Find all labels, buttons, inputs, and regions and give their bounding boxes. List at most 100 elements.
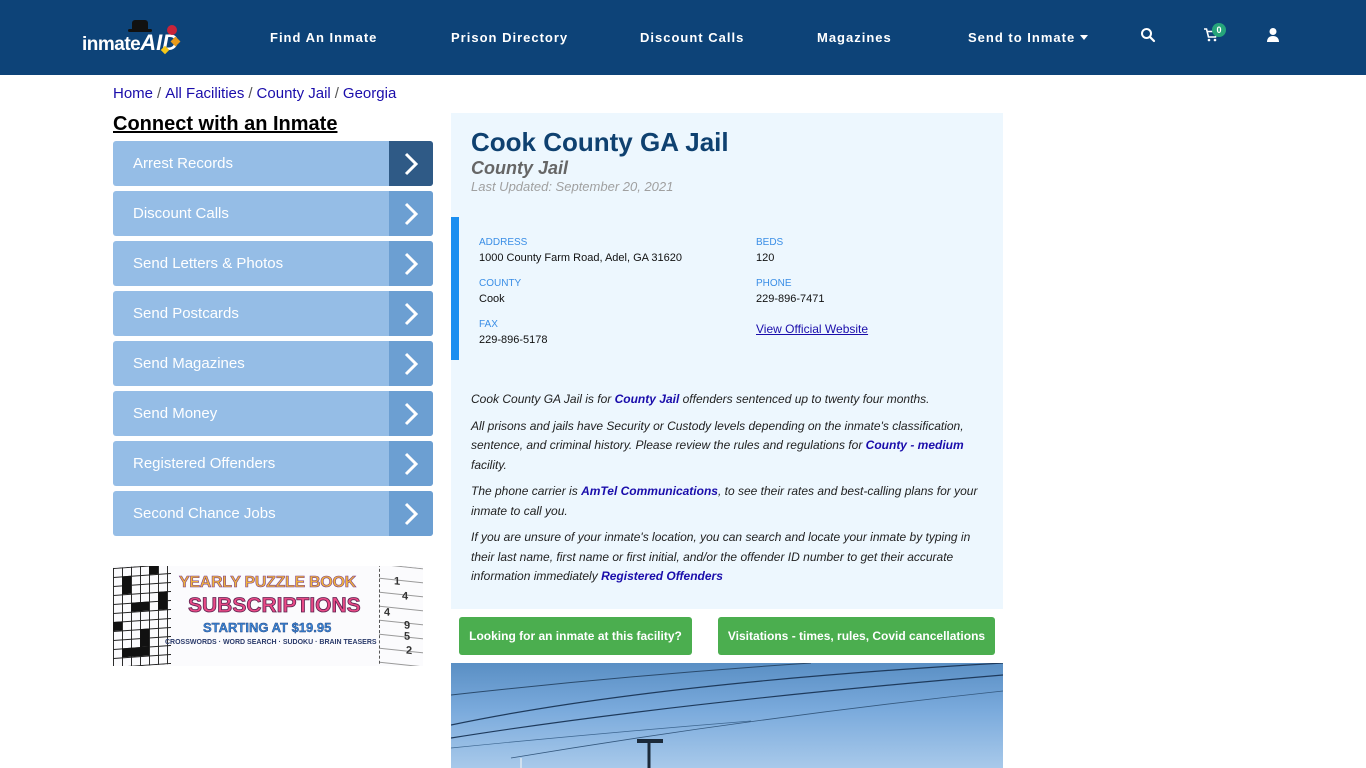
nav-send-to-inmate[interactable]: Send to Inmate — [968, 30, 1089, 45]
facility-photo-graphic — [451, 663, 1003, 768]
sudoku-digit: 5 — [404, 630, 411, 643]
chevron-right-icon — [389, 291, 433, 336]
description-text: Cook County GA Jail is for — [471, 392, 615, 406]
sudoku-digit: 4 — [402, 590, 409, 603]
description-paragraph: The phone carrier is AmTel Communication… — [471, 482, 983, 521]
sidebar-item-send-money[interactable]: Send Money — [113, 391, 433, 436]
logo-text-left: inmate — [82, 34, 141, 55]
site-logo[interactable]: inmate AID — [82, 20, 181, 55]
breadcrumb-georgia[interactable]: Georgia — [343, 85, 396, 102]
fax-field: FAX 229-896-5178 — [479, 319, 548, 347]
amtel-communications-link[interactable]: AmTel Communications — [581, 484, 718, 498]
chevron-right-icon — [389, 441, 433, 486]
ad-categories: CROSSWORDS · WORD SEARCH · SUDOKU · BRAI… — [165, 639, 377, 646]
address-value: 1000 County Farm Road, Adel, GA 31620 — [479, 252, 683, 264]
sidebar-item-label: Send Magazines — [133, 355, 245, 372]
caret-down-icon — [1080, 35, 1089, 40]
chevron-right-icon — [389, 191, 433, 236]
sidebar-item-send-postcards[interactable]: Send Postcards — [113, 291, 433, 336]
county-field: COUNTY Cook — [479, 278, 521, 306]
sidebar-item-discount-calls[interactable]: Discount Calls — [113, 191, 433, 236]
fax-value: 229-896-5178 — [479, 334, 548, 346]
beds-field: BEDS 120 — [756, 237, 783, 265]
nav-prison-directory[interactable]: Prison Directory — [451, 30, 568, 45]
sidebar-menu: Arrest Records Discount Calls Send Lette… — [113, 141, 433, 541]
breadcrumb-county-jail[interactable]: County Jail — [257, 85, 331, 102]
description-text: The phone carrier is — [471, 484, 582, 498]
accent-bar — [451, 217, 459, 360]
address-label: ADDRESS — [479, 237, 528, 248]
last-updated: Last Updated: September 20, 2021 — [471, 179, 674, 194]
sidebar-title: Connect with an Inmate — [113, 113, 338, 135]
sidebar-item-label: Second Chance Jobs — [133, 505, 276, 522]
sidebar-item-arrest-records[interactable]: Arrest Records — [113, 141, 433, 186]
beds-value: 120 — [756, 252, 775, 264]
sidebar-item-label: Send Postcards — [133, 305, 239, 322]
nav-magazines[interactable]: Magazines — [817, 30, 892, 45]
puzzle-book-ad-banner[interactable]: 1 4 4 9 5 2 YEARLY PUZZLE BOOK SUBSCRIPT… — [113, 566, 423, 666]
top-navbar: inmate AID Find An Inmate Prison Directo… — [0, 0, 1366, 75]
view-official-website-link[interactable]: View Official Website — [756, 322, 868, 336]
facility-info-block: ADDRESS 1000 County Farm Road, Adel, GA … — [451, 217, 1003, 360]
find-inmate-at-facility-button[interactable]: Looking for an inmate at this facility? — [459, 617, 692, 655]
sidebar-item-label: Discount Calls — [133, 205, 229, 222]
cart-count-badge: 0 — [1212, 23, 1226, 37]
county-value: Cook — [479, 293, 505, 305]
description-paragraph: Cook County GA Jail is for County Jail o… — [471, 390, 983, 410]
leaf-icon — [167, 25, 177, 35]
visitations-button[interactable]: Visitations - times, rules, Covid cancel… — [718, 617, 995, 655]
sudoku-digit: 1 — [394, 575, 401, 588]
phone-value: 229-896-7471 — [756, 293, 825, 305]
chevron-right-icon — [389, 491, 433, 536]
chevron-right-icon — [389, 141, 433, 186]
registered-offenders-link[interactable]: Registered Offenders — [601, 569, 723, 583]
phone-field: PHONE 229-896-7471 — [756, 278, 825, 306]
facility-type: County Jail — [471, 158, 569, 178]
county-jail-link[interactable]: County Jail — [615, 392, 680, 406]
ad-headline: YEARLY PUZZLE BOOK — [179, 574, 357, 592]
sudoku-digit: 2 — [406, 644, 413, 658]
breadcrumb-home[interactable]: Home — [113, 85, 153, 102]
description-text: facility. — [471, 457, 507, 472]
sidebar-item-label: Arrest Records — [133, 155, 234, 172]
pilgrim-hat-icon — [128, 20, 152, 32]
description-text: offenders sentenced up to twenty four mo… — [679, 392, 930, 406]
chevron-right-icon — [389, 241, 433, 286]
sidebar-item-label: Registered Offenders — [133, 455, 276, 472]
user-icon[interactable] — [1265, 27, 1283, 45]
sudoku-digit: 4 — [384, 606, 391, 619]
facility-photo — [451, 663, 1003, 768]
search-icon[interactable] — [1140, 27, 1158, 45]
sidebar-item-label: Send Letters & Photos — [133, 255, 284, 272]
breadcrumb: Home / All Facilities / County Jail / Georgia — [113, 85, 396, 102]
county-label: COUNTY — [479, 278, 522, 289]
sidebar-item-send-magazines[interactable]: Send Magazines — [113, 341, 433, 386]
ad-price: STARTING AT $19.95 — [203, 620, 332, 635]
chevron-right-icon — [389, 391, 433, 436]
county-medium-link[interactable]: County - medium — [866, 438, 964, 452]
breadcrumb-separator: / — [157, 85, 162, 102]
sudoku-grid-graphic: 1 4 4 9 5 2 — [379, 566, 423, 666]
breadcrumb-separator: / — [248, 85, 253, 102]
description-paragraph: All prisons and jails have Security or C… — [471, 417, 983, 476]
ad-subheadline: SUBSCRIPTIONS — [188, 594, 361, 618]
facility-panel: Cook County GA Jail County Jail Last Upd… — [451, 113, 1003, 609]
nav-send-to-inmate-label: Send to Inmate — [968, 30, 1076, 45]
chevron-right-icon — [389, 341, 433, 386]
crossword-grid-graphic — [113, 566, 171, 666]
fax-label: FAX — [479, 319, 498, 330]
breadcrumb-all-facilities[interactable]: All Facilities — [165, 85, 244, 102]
beds-label: BEDS — [756, 237, 784, 248]
nav-discount-calls[interactable]: Discount Calls — [640, 30, 744, 45]
breadcrumb-separator: / — [334, 85, 339, 102]
sidebar-item-registered-offenders[interactable]: Registered Offenders — [113, 441, 433, 486]
facility-description: Cook County GA Jail is for County Jail o… — [471, 390, 983, 594]
nav-find-an-inmate[interactable]: Find An Inmate — [270, 30, 377, 45]
sidebar-item-send-letters-photos[interactable]: Send Letters & Photos — [113, 241, 433, 286]
address-field: ADDRESS 1000 County Farm Road, Adel, GA … — [479, 237, 682, 265]
phone-label: PHONE — [756, 278, 792, 289]
sidebar-item-second-chance-jobs[interactable]: Second Chance Jobs — [113, 491, 433, 536]
facility-title: Cook County GA Jail — [471, 127, 729, 157]
description-paragraph: If you are unsure of your inmate's locat… — [471, 528, 983, 587]
sidebar-item-label: Send Money — [133, 405, 218, 422]
